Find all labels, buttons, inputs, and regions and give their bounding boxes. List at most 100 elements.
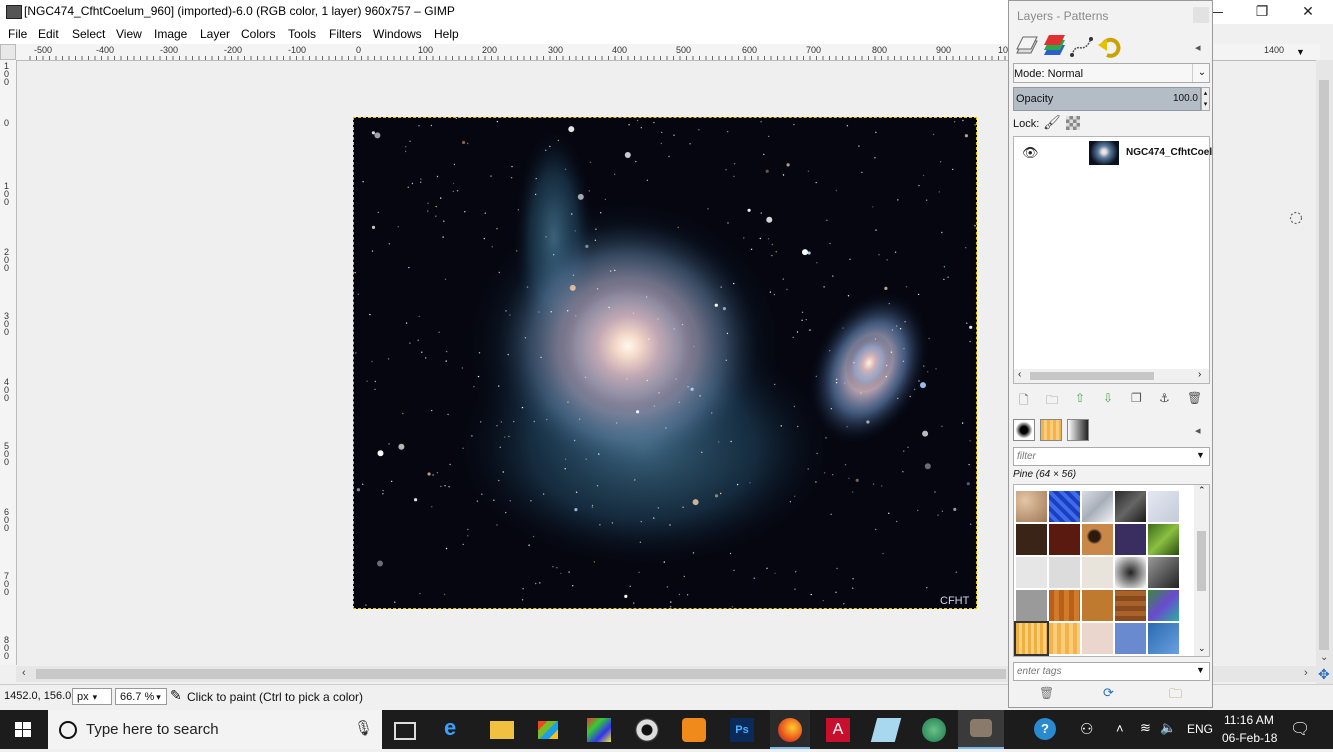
tray-overflow-icon[interactable]: ˄ [1116,721,1124,736]
patterns-filter-input[interactable]: filter ▼ [1013,447,1210,466]
pattern-tile[interactable] [1115,524,1146,555]
pattern-tile[interactable] [1049,524,1080,555]
pattern-tile[interactable] [1016,491,1047,522]
pattern-tile[interactable] [1049,590,1080,621]
menu-tools[interactable]: Tools [288,27,316,41]
zoom-select[interactable]: 66.7 % ▾ [115,688,167,705]
scroll-up-icon[interactable]: ⌃ [1198,485,1206,496]
pattern-tile[interactable] [1148,557,1179,588]
horizontal-ruler[interactable]: -500 -400 -300 -200 -100 0 100 200 300 4… [16,44,1010,61]
close-button[interactable]: ✕ [1285,0,1331,22]
image-canvas-right[interactable] [1212,61,1317,665]
file-explorer-icon[interactable] [490,721,514,739]
menu-layer[interactable]: Layer [200,27,230,41]
media-app-icon[interactable] [635,718,659,742]
firefox-task-button[interactable] [770,710,810,749]
menu-help[interactable]: Help [434,27,459,41]
patterns-vscrollbar[interactable]: ⌃ ⌄ [1194,485,1209,656]
pattern-tile[interactable] [1082,623,1113,654]
tab-undo-history[interactable] [1097,35,1123,59]
clock-date[interactable]: 06-Feb-18 [1222,731,1277,745]
lock-pixels-brush-icon[interactable]: 🖌 [1043,114,1061,131]
tab-gradients-icon[interactable] [1067,419,1089,441]
people-icon[interactable]: ⚇ [1080,720,1093,738]
delete-pattern-icon[interactable]: 🗑 [1039,686,1054,700]
tab-brushes-icon[interactable] [1013,419,1035,441]
vertical-scroll-thumb[interactable] [1319,80,1329,650]
pattern-tile[interactable] [1049,557,1080,588]
menu-view[interactable]: View [116,27,142,41]
unit-select[interactable]: px ▾ [72,688,112,705]
galaxy-image[interactable]: CFHT [353,117,977,609]
edge-browser-icon[interactable]: e [444,715,468,740]
restore-button[interactable]: ❐ [1239,0,1285,22]
video-app-icon[interactable] [682,718,706,742]
pattern-tags-input[interactable]: enter tags ▼ [1013,662,1210,681]
pattern-tile[interactable] [1082,590,1113,621]
taskbar-search-box[interactable]: Type here to search 🎙 [48,710,382,749]
menu-edit[interactable]: Edit [38,27,59,41]
opacity-spin-buttons[interactable]: ▴ ▾ [1201,87,1210,111]
pattern-tile[interactable] [1148,590,1179,621]
pattern-tile[interactable] [1148,491,1179,522]
pattern-tile[interactable] [1016,524,1047,555]
tab-paths[interactable] [1069,35,1095,59]
pattern-tile[interactable] [1049,491,1080,522]
menu-colors[interactable]: Colors [241,27,276,41]
raise-layer-icon[interactable]: ⇧ [1075,391,1091,405]
pattern-tile[interactable] [1115,590,1146,621]
pattern-tile[interactable] [1082,491,1113,522]
delete-layer-icon[interactable]: 🗑 [1187,391,1203,405]
eye-visibility-icon[interactable]: 👁 [1022,145,1039,161]
menu-image[interactable]: Image [154,27,187,41]
scroll-left-icon[interactable]: ‹ [1018,369,1021,380]
ruler-corner-button[interactable] [0,44,16,60]
clock-time[interactable]: 11:16 AM [1224,713,1274,727]
tab-layers[interactable] [1013,35,1039,59]
pattern-tile[interactable] [1115,623,1146,654]
pattern-tile-selected[interactable] [1014,621,1049,656]
tab-patterns-icon[interactable] [1040,419,1062,441]
photoshop-icon[interactable]: Ps [730,718,754,742]
patterns-scroll-thumb[interactable] [1197,531,1206,591]
horizontal-ruler-right[interactable]: 1400 ▼ [1210,44,1320,61]
vertical-scrollbar[interactable]: ⌄ [1316,60,1333,666]
dock-menu-icon[interactable]: ◂ [1195,41,1201,54]
language-indicator[interactable]: ENG [1187,722,1213,736]
refresh-patterns-icon[interactable]: ⟳ [1103,685,1114,701]
pattern-tile[interactable] [1082,524,1113,555]
acrobat-icon[interactable]: A [826,718,850,742]
action-center-icon[interactable]: 🗨 [1290,719,1310,739]
anchor-layer-icon[interactable]: ⚓ [1159,391,1175,405]
notes-app-icon[interactable] [870,718,902,742]
wifi-icon[interactable]: ≋ [1140,720,1151,736]
lower-layer-icon[interactable]: ⇩ [1103,391,1119,405]
patterns-menu-icon[interactable]: ◂ [1195,424,1201,437]
scroll-left-icon[interactable]: ‹ [22,667,26,679]
gimp-task-button[interactable] [958,710,1004,749]
new-group-folder-icon[interactable]: 🗀 [1046,391,1062,407]
volume-icon[interactable]: 🔈 [1160,720,1176,736]
dock-close-button[interactable] [1193,7,1209,23]
help-tray-icon[interactable]: ? [1034,718,1056,740]
menu-file[interactable]: File [8,27,27,41]
menu-select[interactable]: Select [72,27,105,41]
pattern-tile[interactable] [1115,557,1146,588]
layers-scroll-thumb[interactable] [1030,372,1154,380]
pattern-tile[interactable] [1016,557,1047,588]
vertical-ruler[interactable]: 1 0 0 0 1 0 0 2 0 0 3 0 0 4 0 0 5 0 0 6 … [0,60,17,665]
start-button[interactable] [0,710,46,749]
opacity-slider[interactable]: Opacity 100.0 [1013,87,1201,111]
layers-hscrollbar[interactable]: ‹ › [1014,369,1209,383]
layer-mode-select[interactable]: Mode: Normal ⌄ [1013,63,1210,83]
layer-row[interactable]: 👁 NGC474_CfhtCoel [1014,137,1212,169]
horizontal-scroll-thumb[interactable] [36,669,1006,679]
pattern-tile[interactable] [1115,491,1146,522]
open-pattern-folder-icon[interactable]: 🗀 [1169,685,1182,707]
microphone-icon[interactable]: 🎙 [354,719,373,737]
new-layer-icon[interactable]: 🗋 [1019,391,1035,407]
pattern-tile[interactable] [1148,623,1179,654]
menu-filters[interactable]: Filters [329,27,362,41]
tab-channels[interactable] [1041,35,1067,59]
pattern-tile[interactable] [1049,623,1080,654]
